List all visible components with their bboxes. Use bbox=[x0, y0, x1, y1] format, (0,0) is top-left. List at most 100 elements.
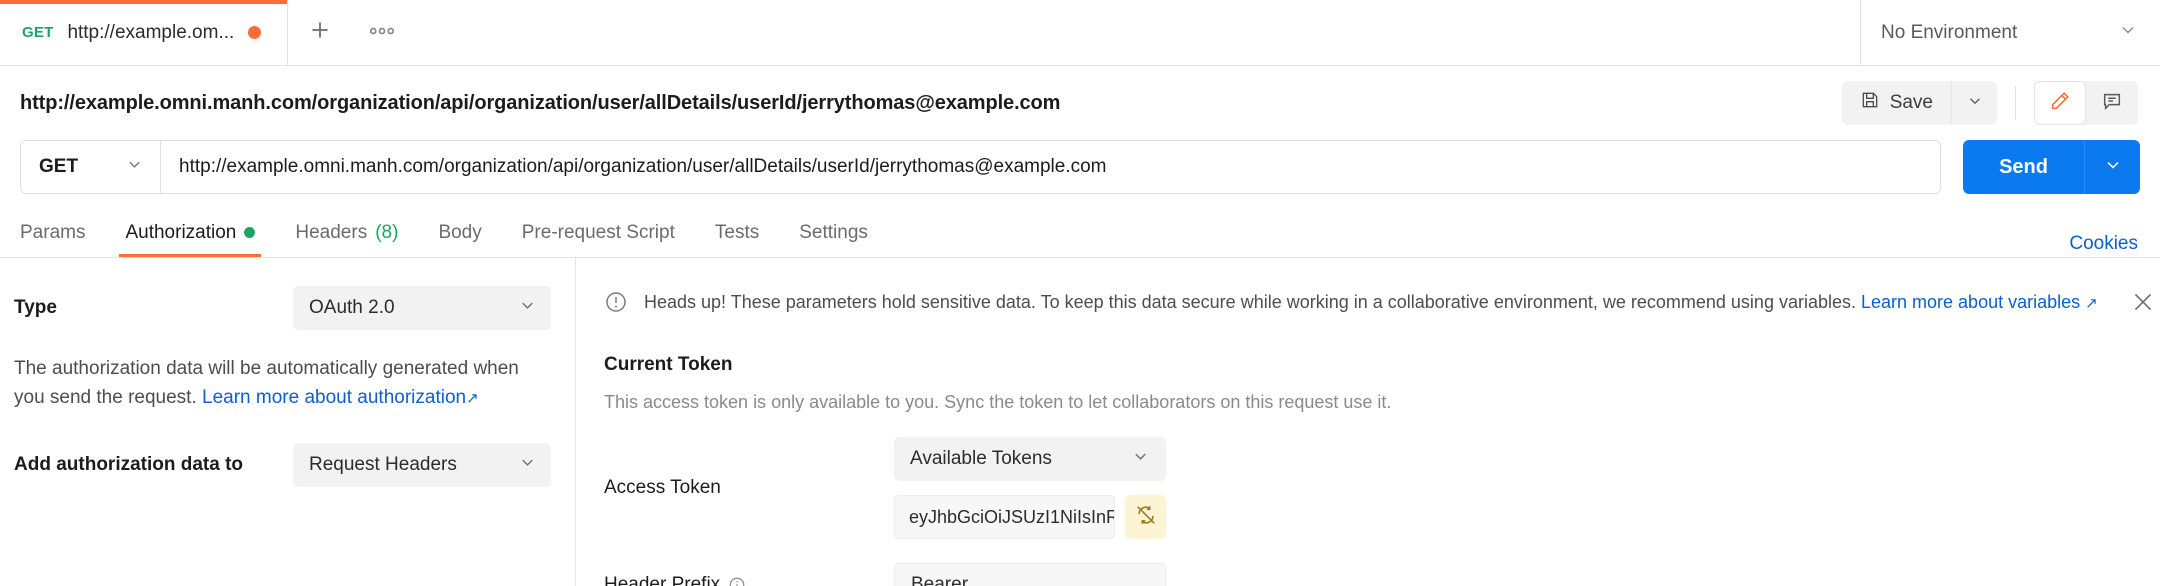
add-auth-data-value: Request Headers bbox=[309, 453, 457, 475]
plus-icon bbox=[307, 17, 333, 48]
send-button-group: Send bbox=[1963, 140, 2140, 194]
cookies-link[interactable]: Cookies bbox=[2069, 233, 2138, 257]
header-prefix-label-text: Header Prefix bbox=[604, 574, 721, 586]
header-divider bbox=[2015, 86, 2016, 120]
tab-settings-label: Settings bbox=[799, 221, 868, 243]
more-tabs-button[interactable] bbox=[352, 0, 412, 65]
auth-helper-text: The authorization data will be automatic… bbox=[14, 354, 544, 413]
request-section-tabs: Params Authorization Headers (8) Body Pr… bbox=[0, 208, 2160, 258]
header-prefix-control: Bearer bbox=[894, 563, 1166, 586]
tab-params-label: Params bbox=[20, 221, 86, 243]
tab-headers-label: Headers bbox=[295, 221, 368, 243]
tab-strip: GET http://example.om... No Environment bbox=[0, 0, 2160, 66]
sensitive-data-banner: Heads up! These parameters hold sensitiv… bbox=[576, 280, 2160, 324]
tab-strip-spacer bbox=[412, 0, 1860, 65]
current-token-subtitle: This access token is only available to y… bbox=[604, 392, 1392, 412]
environment-selected-label: No Environment bbox=[1881, 21, 2018, 43]
edit-button[interactable] bbox=[2034, 81, 2086, 125]
chevron-down-icon bbox=[518, 453, 537, 477]
open-request-tabs: GET http://example.om... bbox=[0, 0, 289, 65]
request-header-bar: http://example.omni.manh.com/organizatio… bbox=[0, 66, 2160, 140]
auth-type-select[interactable]: OAuth 2.0 bbox=[293, 286, 551, 330]
add-auth-data-label: Add authorization data to bbox=[14, 453, 244, 475]
request-tab-title: http://example.om... bbox=[67, 21, 235, 43]
tab-headers-count: (8) bbox=[375, 221, 399, 243]
external-link-arrow-icon: ↗ bbox=[466, 390, 479, 408]
chevron-down-icon bbox=[2103, 155, 2123, 180]
chevron-down-icon bbox=[518, 296, 537, 320]
unsaved-dot-icon bbox=[248, 26, 262, 39]
token-value-input[interactable]: eyJhbGciOiJSUzI1NiIsInR5cCI6IkpXV... bbox=[894, 495, 1116, 539]
tab-authorization-label: Authorization bbox=[125, 221, 237, 243]
chevron-down-icon bbox=[2118, 20, 2138, 46]
add-auth-data-row: Add authorization data to Request Header… bbox=[14, 442, 551, 487]
access-token-control: Available Tokens eyJhbGciOiJSUzI1NiIsInR… bbox=[894, 437, 1166, 539]
tab-pre-request-script[interactable]: Pre-request Script bbox=[502, 208, 695, 257]
exclamation-circle-icon bbox=[604, 290, 628, 314]
pencil-icon bbox=[2049, 90, 2071, 117]
request-tab-active[interactable]: GET http://example.om... bbox=[0, 0, 289, 65]
tab-headers[interactable]: Headers (8) bbox=[275, 208, 418, 257]
ellipsis-icon bbox=[367, 23, 397, 43]
access-token-label: Access Token bbox=[604, 477, 721, 498]
access-token-row: Access Token Available Tokens eyJhbGciOi… bbox=[604, 437, 2136, 539]
current-token-section: Current Token This access token is only … bbox=[576, 354, 2160, 586]
save-button-label: Save bbox=[1889, 92, 1933, 113]
tab-authorization[interactable]: Authorization bbox=[105, 208, 275, 257]
learn-more-authorization-link[interactable]: Learn more about authorization bbox=[202, 387, 466, 408]
save-button-group: Save bbox=[1841, 81, 1997, 125]
info-icon[interactable] bbox=[728, 576, 746, 586]
header-actions: Save bbox=[1841, 81, 2138, 125]
active-tab-accent-bar bbox=[0, 0, 288, 4]
auth-type-value: OAuth 2.0 bbox=[309, 297, 395, 318]
new-tab-button[interactable] bbox=[288, 0, 352, 65]
tab-tests[interactable]: Tests bbox=[695, 208, 779, 257]
environment-selector[interactable]: No Environment bbox=[1860, 0, 2160, 65]
tab-settings[interactable]: Settings bbox=[779, 208, 888, 257]
auth-config-right-pane: Heads up! These parameters hold sensitiv… bbox=[576, 258, 2160, 586]
sync-off-icon bbox=[1135, 504, 1157, 531]
auth-type-row: Type OAuth 2.0 bbox=[14, 286, 551, 330]
save-button[interactable]: Save bbox=[1842, 81, 1951, 125]
chevron-down-icon bbox=[1131, 447, 1150, 471]
postman-window: GET http://example.om... No Environment bbox=[0, 0, 2160, 586]
tab-pre-request-script-label: Pre-request Script bbox=[521, 221, 675, 243]
save-options-button[interactable] bbox=[1951, 81, 1997, 125]
active-tab-underline bbox=[119, 254, 262, 257]
comment-icon bbox=[2101, 90, 2123, 117]
learn-more-variables-link[interactable]: Learn more about variables bbox=[1861, 292, 2080, 312]
send-options-button[interactable] bbox=[2084, 140, 2140, 194]
current-token-title: Current Token bbox=[604, 354, 733, 375]
auth-configured-dot-icon bbox=[244, 227, 256, 238]
http-method-label: GET bbox=[39, 156, 79, 177]
header-prefix-label: Header Prefix bbox=[604, 574, 894, 586]
chevron-down-icon bbox=[125, 155, 144, 179]
header-prefix-row: Header Prefix Bearer bbox=[604, 563, 2136, 586]
comments-button[interactable] bbox=[2086, 81, 2138, 125]
auth-config-left-pane: Type OAuth 2.0 The authorization data wi… bbox=[0, 258, 576, 586]
header-prefix-input[interactable]: Bearer bbox=[894, 563, 1166, 586]
url-input[interactable]: http://example.omni.manh.com/organizatio… bbox=[160, 140, 1942, 194]
chevron-down-icon bbox=[1966, 92, 1984, 115]
add-auth-data-select[interactable]: Request Headers bbox=[293, 442, 551, 487]
page-title: http://example.omni.manh.com/organizatio… bbox=[20, 91, 1061, 114]
url-bar: GET http://example.omni.manh.com/organiz… bbox=[0, 140, 2160, 208]
request-tab-method: GET bbox=[22, 24, 54, 41]
available-tokens-select[interactable]: Available Tokens bbox=[894, 437, 1166, 481]
view-toggle-group bbox=[2034, 81, 2138, 125]
available-tokens-value: Available Tokens bbox=[910, 448, 1052, 469]
authorization-panel: Type OAuth 2.0 The authorization data wi… bbox=[0, 258, 2160, 586]
floppy-disk-icon bbox=[1860, 90, 1880, 116]
send-button[interactable]: Send bbox=[1963, 140, 2084, 194]
tab-params[interactable]: Params bbox=[20, 208, 105, 257]
tab-body[interactable]: Body bbox=[418, 208, 501, 257]
auth-type-label: Type bbox=[14, 297, 57, 318]
banner-message: Heads up! These parameters hold sensitiv… bbox=[644, 291, 1861, 312]
sync-token-button[interactable] bbox=[1125, 495, 1166, 539]
token-value-row: eyJhbGciOiJSUzI1NiIsInR5cCI6IkpXV... bbox=[894, 495, 1166, 539]
tab-body-label: Body bbox=[438, 221, 482, 243]
close-icon[interactable] bbox=[2130, 289, 2156, 315]
banner-text: Heads up! These parameters hold sensitiv… bbox=[644, 292, 2098, 313]
http-method-select[interactable]: GET bbox=[20, 140, 160, 194]
tab-tests-label: Tests bbox=[714, 221, 760, 243]
